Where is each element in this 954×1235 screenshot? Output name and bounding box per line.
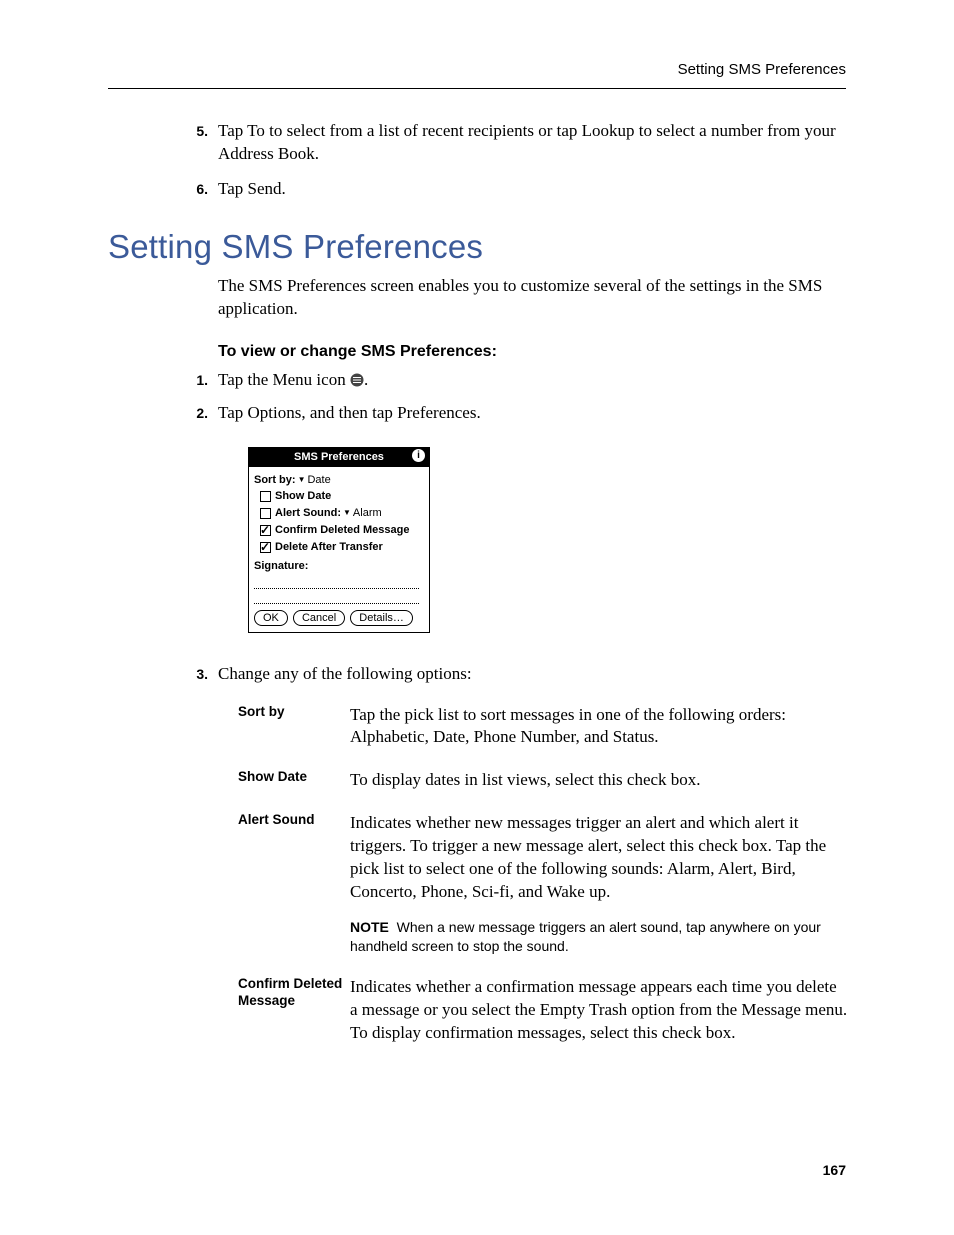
- step-5: 5. Tap To to select from a list of recen…: [218, 120, 848, 166]
- dialog-title-text: SMS Preferences: [294, 451, 384, 463]
- row-confirm-deleted: Confirm Deleted Message: [260, 523, 424, 538]
- step-number: 5.: [184, 122, 208, 141]
- ok-button[interactable]: OK: [254, 610, 288, 626]
- info-icon[interactable]: i: [412, 449, 425, 462]
- option-sort-by: Sort by Tap the pick list to sort messag…: [238, 704, 848, 750]
- checkbox[interactable]: [260, 542, 271, 553]
- option-desc: Indicates whether a confirmation message…: [350, 976, 848, 1045]
- row-label: Alert Sound:: [275, 506, 341, 521]
- screenshot: SMS Preferences i Sort by: ▼ Date Show D…: [248, 447, 848, 633]
- header-rule: [108, 88, 846, 89]
- option-note: NOTE When a new message triggers an aler…: [350, 918, 848, 956]
- step-text: Tap Send.: [218, 178, 848, 201]
- row-label: Show Date: [275, 489, 331, 504]
- option-desc-text: Indicates whether new messages trigger a…: [350, 813, 826, 901]
- option-term: Show Date: [238, 769, 350, 792]
- row-alert-sound: Alert Sound: ▼ Alarm: [260, 506, 424, 521]
- sortby-row: Sort by: ▼ Date: [254, 473, 424, 488]
- step-number: 2.: [184, 404, 208, 423]
- cancel-button[interactable]: Cancel: [293, 610, 345, 626]
- section-subhead: To view or change SMS Preferences:: [218, 341, 848, 363]
- option-term: Alert Sound: [238, 812, 350, 956]
- options-table: Sort by Tap the pick list to sort messag…: [238, 704, 848, 1045]
- note-label: NOTE: [350, 919, 389, 935]
- step-text-pre: Tap the Menu icon: [218, 370, 350, 389]
- row-delete-after-transfer: Delete After Transfer: [260, 540, 424, 555]
- option-term: Sort by: [238, 704, 350, 750]
- row-show-date: Show Date: [260, 489, 424, 504]
- step-text: Tap Options, and then tap Preferences.: [218, 402, 848, 425]
- content-area: 5. Tap To to select from a list of recen…: [218, 120, 848, 1065]
- option-desc: To display dates in list views, select t…: [350, 769, 848, 792]
- option-term: Confirm Deleted Message: [238, 976, 350, 1045]
- step-text-post: .: [364, 370, 368, 389]
- option-alert-sound: Alert Sound Indicates whether new messag…: [238, 812, 848, 956]
- note-text: When a new message triggers an alert sou…: [350, 919, 821, 954]
- dropdown-arrow-icon[interactable]: ▼: [343, 508, 351, 519]
- step-text: Change any of the following options:: [218, 663, 848, 686]
- sms-preferences-dialog: SMS Preferences i Sort by: ▼ Date Show D…: [248, 447, 430, 633]
- dialog-title: SMS Preferences i: [249, 448, 429, 467]
- signature-line[interactable]: [254, 591, 419, 604]
- step-number: 6.: [184, 180, 208, 199]
- step-number: 1.: [184, 371, 208, 390]
- menu-icon: [350, 371, 364, 385]
- option-confirm-deleted: Confirm Deleted Message Indicates whethe…: [238, 976, 848, 1045]
- step-text: Tap the Menu icon .: [218, 369, 848, 392]
- step-6: 6. Tap Send.: [218, 178, 848, 201]
- details-button[interactable]: Details…: [350, 610, 413, 626]
- signature-line[interactable]: [254, 576, 419, 589]
- running-head: Setting SMS Preferences: [678, 60, 846, 80]
- step-3: 3. Change any of the following options:: [218, 663, 848, 686]
- checkbox[interactable]: [260, 508, 271, 519]
- row-label: Delete After Transfer: [275, 540, 383, 555]
- section-title: Setting SMS Preferences: [108, 225, 848, 270]
- step-2: 2. Tap Options, and then tap Preferences…: [218, 402, 848, 425]
- option-desc: Indicates whether new messages trigger a…: [350, 812, 848, 956]
- page: Setting SMS Preferences 5. Tap To to sel…: [0, 0, 954, 1235]
- option-show-date: Show Date To display dates in list views…: [238, 769, 848, 792]
- dialog-buttons: OK Cancel Details…: [254, 610, 424, 626]
- row-label: Confirm Deleted Message: [275, 523, 409, 538]
- checkbox[interactable]: [260, 525, 271, 536]
- signature-label: Signature:: [254, 559, 424, 574]
- step-1: 1. Tap the Menu icon .: [218, 369, 848, 392]
- sortby-label: Sort by:: [254, 473, 296, 488]
- row-value[interactable]: Alarm: [353, 506, 382, 521]
- section-intro: The SMS Preferences screen enables you t…: [218, 275, 848, 321]
- dialog-body: Sort by: ▼ Date Show Date Alert Sound: ▼…: [249, 467, 429, 632]
- checkbox[interactable]: [260, 491, 271, 502]
- page-number: 167: [823, 1161, 846, 1180]
- step-text: Tap To to select from a list of recent r…: [218, 120, 848, 166]
- step-number: 3.: [184, 665, 208, 684]
- sortby-value[interactable]: Date: [307, 473, 330, 488]
- option-desc: Tap the pick list to sort messages in on…: [350, 704, 848, 750]
- dropdown-arrow-icon[interactable]: ▼: [298, 475, 306, 486]
